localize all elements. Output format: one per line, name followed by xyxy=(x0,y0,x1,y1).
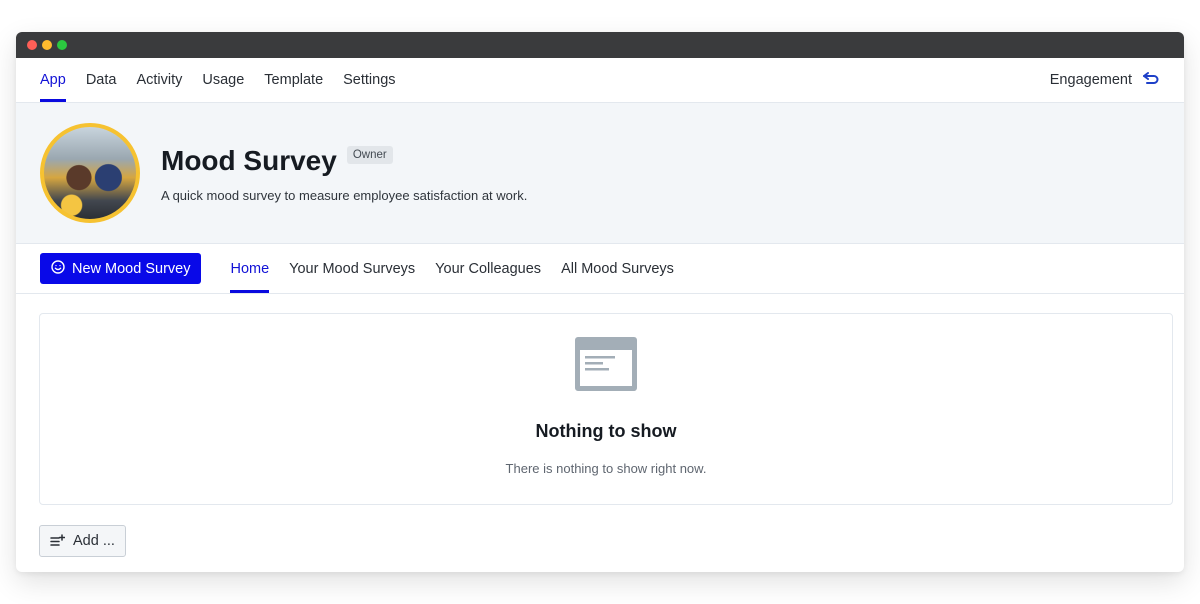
empty-state-card: Nothing to show There is nothing to show… xyxy=(39,313,1173,505)
minimize-window-button[interactable] xyxy=(42,40,52,50)
close-window-button[interactable] xyxy=(27,40,37,50)
engagement-label: Engagement xyxy=(1049,72,1132,88)
sub-nav-tabs: Home Your Mood Surveys Your Colleagues A… xyxy=(230,244,674,293)
add-button[interactable]: Add ... xyxy=(39,525,126,557)
maximize-window-button[interactable] xyxy=(57,40,67,50)
title-row: Mood Survey Owner xyxy=(161,144,527,178)
engagement-link[interactable]: Engagement xyxy=(1050,58,1160,102)
sub-navigation: New Mood Survey Home Your Mood Surveys Y… xyxy=(16,244,1184,294)
empty-state-title: Nothing to show xyxy=(535,421,677,441)
app-header: Mood Survey Owner A quick mood survey to… xyxy=(16,103,1184,244)
app-window: App Data Activity Usage Template Setting… xyxy=(16,32,1184,572)
empty-state-description: There is nothing to show right now. xyxy=(505,461,707,476)
new-mood-survey-label: New Mood Survey xyxy=(72,260,191,277)
tab-app[interactable]: App xyxy=(40,58,66,102)
app-info: Mood Survey Owner A quick mood survey to… xyxy=(161,144,527,203)
add-button-label: Add ... xyxy=(73,533,115,549)
tab-data[interactable]: Data xyxy=(86,58,117,102)
top-navigation: App Data Activity Usage Template Setting… xyxy=(16,58,1184,103)
tab-your-mood-surveys[interactable]: Your Mood Surveys xyxy=(289,244,415,293)
window-titlebar xyxy=(16,32,1184,58)
smiley-icon xyxy=(51,260,65,277)
page-title: Mood Survey xyxy=(161,144,337,176)
empty-window-icon xyxy=(575,337,637,391)
app-description: A quick mood survey to measure employee … xyxy=(161,187,528,203)
tab-settings[interactable]: Settings xyxy=(343,58,395,102)
tab-usage[interactable]: Usage xyxy=(202,58,244,102)
owner-badge: Owner xyxy=(346,145,393,164)
top-nav-tabs: App Data Activity Usage Template Setting… xyxy=(40,58,396,102)
tab-activity[interactable]: Activity xyxy=(136,58,182,102)
tab-home[interactable]: Home xyxy=(230,244,269,293)
main-content: Nothing to show There is nothing to show… xyxy=(16,294,1184,557)
tab-template[interactable]: Template xyxy=(264,58,323,102)
tab-all-mood-surveys[interactable]: All Mood Surveys xyxy=(561,244,674,293)
new-mood-survey-button[interactable]: New Mood Survey xyxy=(40,253,202,284)
add-list-icon xyxy=(50,534,66,548)
tab-your-colleagues[interactable]: Your Colleagues xyxy=(435,244,541,293)
back-arrow-icon[interactable] xyxy=(1142,71,1160,90)
app-avatar xyxy=(40,123,140,223)
